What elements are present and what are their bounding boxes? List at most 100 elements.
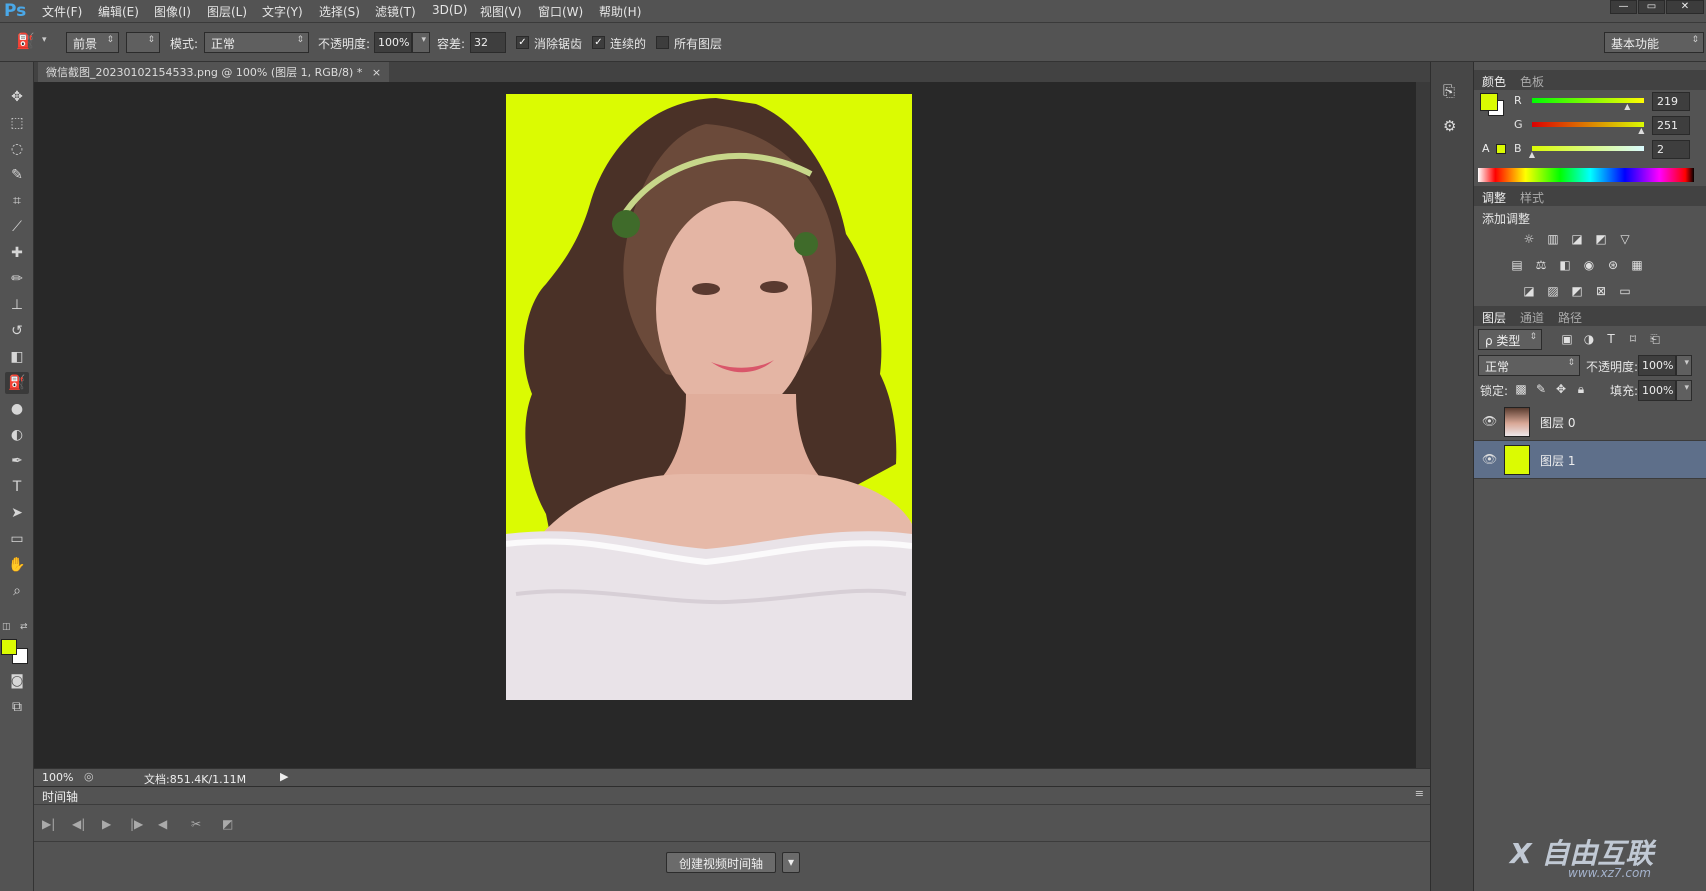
posterize-icon[interactable]: ▨ — [1544, 284, 1562, 300]
menu-window[interactable]: 窗口(W) — [538, 3, 583, 20]
properties-panel-icon[interactable]: ⚙ — [1443, 117, 1456, 135]
r-value-input[interactable]: 219 — [1652, 92, 1690, 111]
split-scissors-icon[interactable]: ✂ — [191, 817, 201, 831]
menu-layer[interactable]: 图层(L) — [207, 3, 247, 20]
contiguous-checkbox[interactable]: ✓ — [592, 36, 605, 49]
create-video-timeline-button[interactable]: 创建视频时间轴 — [666, 852, 777, 873]
g-value-input[interactable]: 251 — [1652, 116, 1690, 135]
brush-tool-icon[interactable]: ✏ — [5, 268, 29, 290]
lock-image-brush-icon[interactable]: ✎ — [1532, 382, 1550, 398]
type-tool-icon[interactable]: T — [5, 476, 29, 498]
tab-channels[interactable]: 通道 — [1520, 309, 1544, 326]
maximize-button[interactable]: ▭ — [1638, 0, 1665, 14]
b-slider[interactable]: ▲ — [1529, 146, 1644, 159]
layer-name[interactable]: 图层 1 — [1540, 452, 1575, 469]
eyedropper-tool-icon[interactable]: ⟋ — [5, 216, 29, 238]
hand-tool-icon[interactable]: ✋ — [5, 554, 29, 576]
color-lookup-icon[interactable]: ▦ — [1628, 258, 1646, 274]
filter-type-icon[interactable]: T — [1602, 332, 1620, 348]
tab-adjustments[interactable]: 调整 — [1482, 189, 1506, 206]
rectangle-tool-icon[interactable]: ▭ — [5, 528, 29, 550]
zoom-tool-icon[interactable]: ⌕ — [5, 580, 29, 602]
gradient-map-icon[interactable]: ▭ — [1616, 284, 1634, 300]
lock-position-icon[interactable]: ✥ — [1552, 382, 1570, 398]
play-icon[interactable]: ▶ — [102, 817, 111, 831]
vibrance-icon[interactable]: ▽ — [1616, 232, 1634, 248]
clone-stamp-tool-icon[interactable]: ⊥ — [5, 294, 29, 316]
exposure-icon[interactable]: ◩ — [1592, 232, 1610, 248]
document-image[interactable] — [506, 94, 912, 700]
marquee-tool-icon[interactable]: ⬚ — [5, 112, 29, 134]
move-tool-icon[interactable]: ✥ — [5, 86, 29, 108]
canvas-vertical-scrollbar[interactable] — [1416, 82, 1430, 768]
selective-color-icon[interactable]: ⊠ — [1592, 284, 1610, 300]
menu-image[interactable]: 图像(I) — [154, 3, 191, 20]
first-frame-icon[interactable]: ▶| — [42, 817, 55, 831]
fill-dropdown[interactable]: ▾ — [1676, 380, 1692, 401]
visibility-eye-icon[interactable]: 👁︎ — [1482, 414, 1497, 428]
minimize-button[interactable]: — — [1610, 0, 1637, 14]
lasso-tool-icon[interactable]: ◌ — [5, 138, 29, 160]
color-spectrum-bar[interactable] — [1478, 168, 1694, 182]
menu-3d[interactable]: 3D(D) — [432, 3, 467, 17]
black-white-icon[interactable]: ◧ — [1556, 258, 1574, 274]
g-slider[interactable]: ▲ — [1532, 122, 1644, 135]
previous-frame-icon[interactable]: ◀| — [72, 817, 85, 831]
lock-transparent-icon[interactable]: ▩ — [1512, 382, 1530, 398]
crop-tool-icon[interactable]: ⌗ — [5, 190, 29, 212]
timeline-mode-dropdown[interactable]: ▾ — [782, 852, 801, 873]
color-panel-foreground-swatch[interactable] — [1480, 93, 1498, 111]
opacity-input[interactable]: 100% — [374, 32, 412, 53]
layer-filter-select[interactable]: ρ 类型 ⇕ — [1478, 329, 1542, 350]
invert-icon[interactable]: ◪ — [1520, 284, 1538, 300]
hue-saturation-icon[interactable]: ▤ — [1508, 258, 1526, 274]
paint-bucket-tool-icon[interactable]: ⛽ — [5, 372, 29, 394]
layer-opacity-input[interactable]: 100% — [1638, 355, 1676, 376]
r-slider-thumb[interactable]: ▲ — [1624, 102, 1630, 111]
filter-shape-icon[interactable]: ⌑ — [1624, 332, 1642, 348]
visibility-eye-icon[interactable]: 👁︎ — [1482, 452, 1497, 466]
tool-preset-chevron-down-icon[interactable]: ▾ — [42, 35, 47, 45]
brightness-contrast-icon[interactable]: ☼ — [1520, 232, 1538, 248]
fill-source-select[interactable]: 前景 ⇕ — [66, 32, 119, 53]
channel-mixer-icon[interactable]: ⊛ — [1604, 258, 1622, 274]
dodge-tool-icon[interactable]: ◐ — [5, 424, 29, 446]
levels-icon[interactable]: ▥ — [1544, 232, 1562, 248]
threshold-icon[interactable]: ◩ — [1568, 284, 1586, 300]
tab-layers[interactable]: 图层 — [1482, 309, 1506, 326]
canvas-area[interactable] — [34, 82, 1416, 768]
screen-mode-icon[interactable]: ⧉ — [5, 696, 29, 718]
menu-file[interactable]: 文件(F) — [42, 3, 82, 20]
gamut-warning-icon[interactable]: A — [1482, 142, 1490, 155]
close-button[interactable]: ✕ — [1666, 0, 1704, 14]
filter-smart-object-icon[interactable]: ⎗ — [1646, 332, 1664, 348]
history-panel-icon[interactable]: ⎘ — [1443, 82, 1455, 100]
eraser-tool-icon[interactable]: ◧ — [5, 346, 29, 368]
status-menu-arrow-icon[interactable]: ▶ — [280, 770, 288, 783]
swap-colors-icon[interactable]: ⇄ — [20, 622, 28, 632]
layer-row-0[interactable]: 👁︎ 图层 0 — [1474, 403, 1706, 441]
mode-select[interactable]: 正常 ⇕ — [204, 32, 309, 53]
path-selection-tool-icon[interactable]: ➤ — [5, 502, 29, 524]
next-frame-icon[interactable]: |▶ — [130, 817, 143, 831]
tab-color[interactable]: 颜色 — [1482, 73, 1506, 90]
tab-paths[interactable]: 路径 — [1558, 309, 1582, 326]
curves-icon[interactable]: ◪ — [1568, 232, 1586, 248]
foreground-color-swatch[interactable] — [1, 639, 17, 655]
history-brush-tool-icon[interactable]: ↺ — [5, 320, 29, 342]
paint-bucket-icon[interactable]: ⛽ — [16, 32, 35, 50]
layer-name[interactable]: 图层 0 — [1540, 414, 1575, 431]
status-info-icon[interactable]: ◎ — [84, 770, 94, 783]
audio-icon[interactable]: ◀ — [158, 817, 167, 831]
default-colors-icon[interactable]: ◫ — [2, 622, 11, 632]
opacity-dropdown[interactable]: ▾ — [412, 32, 430, 53]
menu-help[interactable]: 帮助(H) — [599, 3, 641, 20]
menu-select[interactable]: 选择(S) — [319, 3, 360, 20]
tab-swatches[interactable]: 色板 — [1520, 73, 1544, 90]
color-balance-icon[interactable]: ⚖ — [1532, 258, 1550, 274]
menu-view[interactable]: 视图(V) — [480, 3, 522, 20]
panel-menu-icon[interactable]: ≡ — [1415, 787, 1424, 800]
b-slider-thumb[interactable]: ▲ — [1529, 150, 1535, 159]
quick-mask-icon[interactable]: ◙ — [5, 670, 29, 692]
menu-type[interactable]: 文字(Y) — [262, 3, 303, 20]
